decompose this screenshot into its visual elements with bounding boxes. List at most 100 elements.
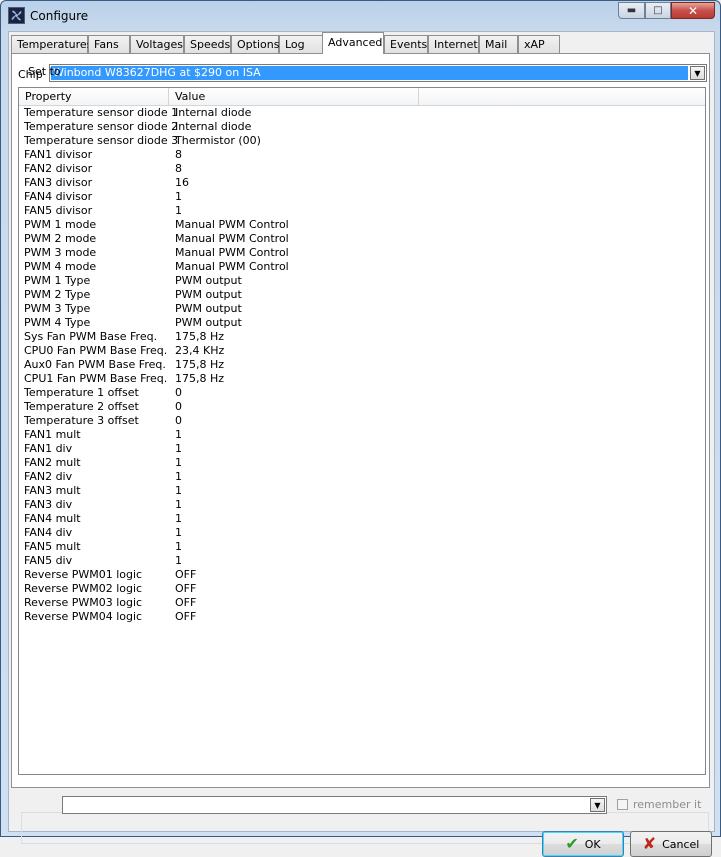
- property-cell: FAN2 mult: [24, 456, 81, 469]
- table-row[interactable]: FAN1 mult 1: [19, 428, 705, 442]
- tab-voltages[interactable]: Voltages: [130, 35, 184, 53]
- minimize-button[interactable]: ▬: [618, 2, 645, 19]
- property-cell: FAN5 mult: [24, 540, 81, 553]
- table-row[interactable]: FAN2 divisor 8: [19, 162, 705, 176]
- value-cell: Thermistor (00): [175, 134, 261, 147]
- table-row[interactable]: PWM 4 Type PWM output: [19, 316, 705, 330]
- property-cell: FAN3 divisor: [24, 176, 93, 189]
- table-row[interactable]: FAN4 divisor 1: [19, 190, 705, 204]
- table-row[interactable]: Reverse PWM01 logic OFF: [19, 568, 705, 582]
- chevron-down-icon[interactable]: ▼: [690, 66, 705, 80]
- table-row[interactable]: Temperature 3 offset 0: [19, 414, 705, 428]
- property-cell: Reverse PWM04 logic: [24, 610, 143, 623]
- property-cell: Temperature 1 offset: [24, 386, 139, 399]
- ok-button[interactable]: ✔ OK: [542, 831, 624, 857]
- value-cell: 1: [175, 554, 182, 567]
- table-row[interactable]: FAN2 div 1: [19, 470, 705, 484]
- tab-options[interactable]: Options: [231, 35, 279, 53]
- property-cell: FAN1 mult: [24, 428, 81, 441]
- tab-xap[interactable]: xAP: [518, 35, 560, 53]
- column-header-property[interactable]: Property: [19, 88, 169, 105]
- table-row[interactable]: PWM 4 mode Manual PWM Control: [19, 260, 705, 274]
- property-cell: FAN1 div: [24, 442, 73, 455]
- fan-icon[interactable]: [8, 7, 25, 24]
- close-button[interactable]: ✕: [671, 2, 715, 19]
- property-cell: FAN3 div: [24, 498, 73, 511]
- table-row[interactable]: PWM 1 mode Manual PWM Control: [19, 218, 705, 232]
- property-cell: FAN2 div: [24, 470, 73, 483]
- property-cell: PWM 3 mode: [24, 246, 97, 259]
- chip-select[interactable]: Winbond W83627DHG at $290 on ISA ▼: [49, 64, 707, 82]
- tab-speeds[interactable]: Speeds: [184, 35, 231, 53]
- property-cell: FAN4 divisor: [24, 190, 93, 203]
- set-to-combo[interactable]: ▼: [62, 796, 607, 814]
- table-row[interactable]: Temperature sensor diode 3 Thermistor (00…: [19, 134, 705, 148]
- table-row[interactable]: Temperature sensor diode 1 Internal diode: [19, 106, 705, 120]
- property-list[interactable]: Property Value Temperature sensor diode …: [18, 87, 706, 775]
- value-cell: 23,4 KHz: [175, 344, 225, 357]
- table-row[interactable]: Reverse PWM04 logic OFF: [19, 610, 705, 624]
- checkbox-box[interactable]: [617, 799, 628, 810]
- tab-temperatures[interactable]: Temperatures: [11, 35, 92, 53]
- table-row[interactable]: FAN5 div 1: [19, 554, 705, 568]
- value-cell: 1: [175, 498, 182, 511]
- table-row[interactable]: FAN4 mult 1: [19, 512, 705, 526]
- cancel-button[interactable]: ✘ Cancel: [630, 831, 712, 857]
- table-row[interactable]: FAN5 divisor 1: [19, 204, 705, 218]
- table-row[interactable]: Aux0 Fan PWM Base Freq. 175,8 Hz: [19, 358, 705, 372]
- table-row[interactable]: PWM 1 Type PWM output: [19, 274, 705, 288]
- table-row[interactable]: FAN4 div 1: [19, 526, 705, 540]
- value-cell: 1: [175, 512, 182, 525]
- advanced-tab-panel: Chip Winbond W83627DHG at $290 on ISA ▼ …: [11, 53, 710, 844]
- property-cell: CPU1 Fan PWM Base Freq.: [24, 372, 168, 385]
- table-row[interactable]: FAN5 mult 1: [19, 540, 705, 554]
- table-row[interactable]: CPU0 Fan PWM Base Freq. 23,4 KHz: [19, 344, 705, 358]
- property-cell: Temperature sensor diode 1: [24, 106, 179, 119]
- column-header-value[interactable]: Value: [169, 88, 419, 105]
- table-row[interactable]: PWM 3 mode Manual PWM Control: [19, 246, 705, 260]
- minimize-icon: ▬: [626, 5, 637, 16]
- table-row[interactable]: FAN3 mult 1: [19, 484, 705, 498]
- table-row[interactable]: FAN1 divisor 8: [19, 148, 705, 162]
- table-row[interactable]: Reverse PWM03 logic OFF: [19, 596, 705, 610]
- value-cell: 0: [175, 400, 182, 413]
- table-row[interactable]: FAN3 divisor 16: [19, 176, 705, 190]
- table-row[interactable]: Reverse PWM02 logic OFF: [19, 582, 705, 596]
- table-row[interactable]: CPU1 Fan PWM Base Freq. 175,8 Hz: [19, 372, 705, 386]
- property-cell: Aux0 Fan PWM Base Freq.: [24, 358, 166, 371]
- table-row[interactable]: Temperature 1 offset 0: [19, 386, 705, 400]
- value-cell: 1: [175, 190, 182, 203]
- tab-log[interactable]: Log: [279, 35, 323, 53]
- table-row[interactable]: FAN1 div 1: [19, 442, 705, 456]
- remember-checkbox[interactable]: remember it: [617, 798, 701, 811]
- table-row[interactable]: Sys Fan PWM Base Freq. 175,8 Hz: [19, 330, 705, 344]
- tab-fans[interactable]: Fans: [88, 35, 130, 53]
- table-row[interactable]: Temperature 2 offset 0: [19, 400, 705, 414]
- close-icon: ✕: [687, 3, 699, 18]
- tab-internet[interactable]: Internet: [428, 35, 479, 53]
- property-cell: Sys Fan PWM Base Freq.: [24, 330, 158, 343]
- table-row[interactable]: FAN2 mult 1: [19, 456, 705, 470]
- value-cell: Internal diode: [175, 120, 252, 133]
- tab-mail[interactable]: Mail: [479, 35, 518, 53]
- table-row[interactable]: FAN3 div 1: [19, 498, 705, 512]
- tab-events[interactable]: Events: [384, 35, 428, 53]
- chevron-down-icon[interactable]: ▼: [590, 798, 605, 812]
- value-cell: PWM output: [175, 288, 242, 301]
- check-icon: ✔: [565, 834, 579, 853]
- table-row[interactable]: PWM 2 mode Manual PWM Control: [19, 232, 705, 246]
- value-cell: PWM output: [175, 316, 242, 329]
- title-bar[interactable]: Configure ▬ □ ✕: [1, 1, 720, 31]
- value-cell: 8: [175, 162, 182, 175]
- set-to-label: Set to: [28, 65, 61, 78]
- tab-advanced[interactable]: Advanced: [322, 32, 384, 54]
- configure-window: Configure ▬ □ ✕ Temperatures Fans Voltag…: [0, 0, 721, 857]
- property-cell: FAN1 divisor: [24, 148, 93, 161]
- table-row[interactable]: PWM 2 Type PWM output: [19, 288, 705, 302]
- list-body: Temperature sensor diode 1 Internal diode…: [19, 106, 705, 774]
- list-header: Property Value: [19, 88, 705, 106]
- table-row[interactable]: PWM 3 Type PWM output: [19, 302, 705, 316]
- maximize-button[interactable]: □: [645, 2, 671, 19]
- value-cell: OFF: [175, 582, 197, 595]
- table-row[interactable]: Temperature sensor diode 2 Internal diode: [19, 120, 705, 134]
